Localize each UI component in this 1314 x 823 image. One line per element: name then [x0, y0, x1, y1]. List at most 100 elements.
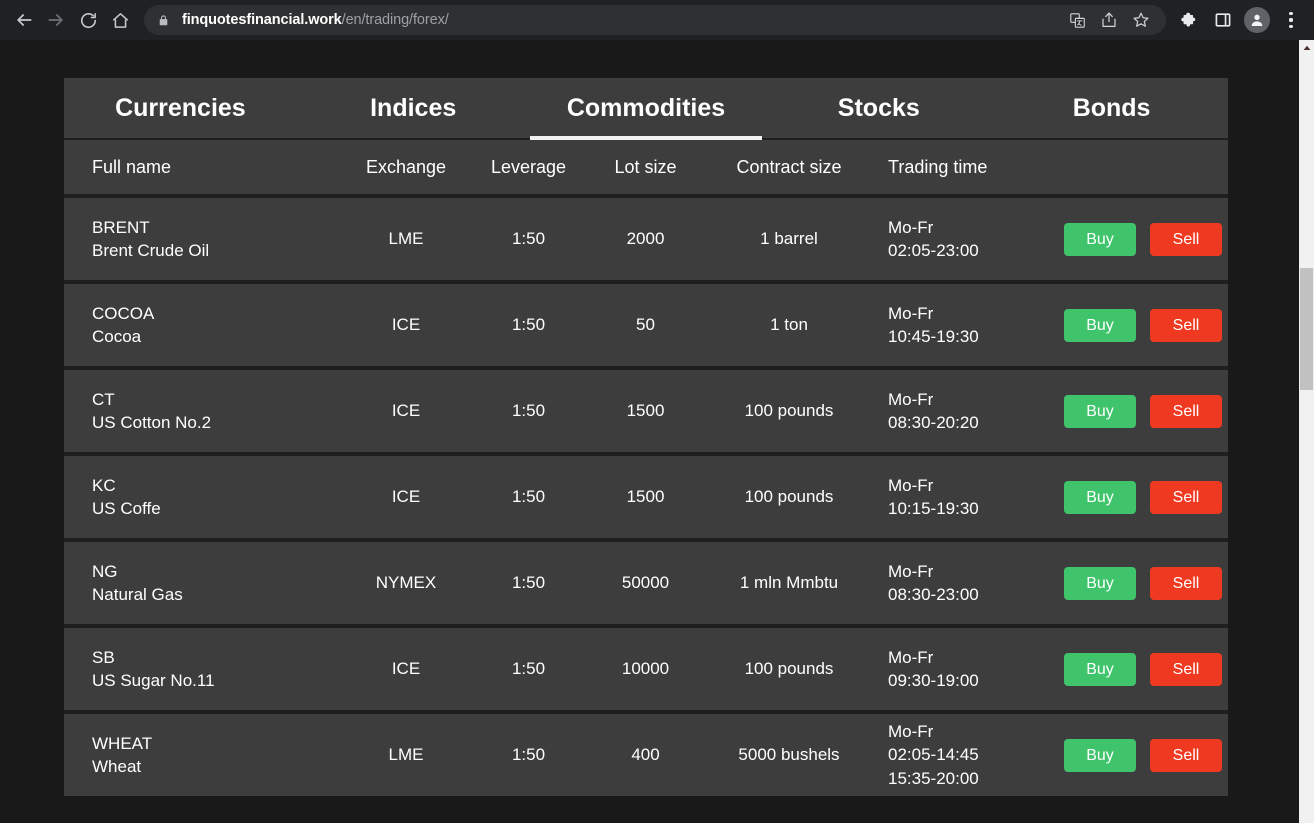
sell-button[interactable]: Sell	[1150, 652, 1222, 686]
trading-time-cell: Mo-Fr 10:15-19:30	[874, 474, 1054, 521]
instrument-symbol: SB	[92, 648, 115, 667]
contract-size-cell: 100 pounds	[744, 487, 834, 506]
column-header-exchange: Exchange	[365, 156, 447, 177]
buy-button[interactable]: Buy	[1064, 566, 1136, 600]
instrument-name-cell: BRENT Brent Crude Oil	[64, 216, 342, 262]
bookmark-star-icon[interactable]	[1126, 5, 1156, 35]
trading-time-cell: Mo-Fr 09:30-19:00	[874, 646, 1054, 693]
scrollbar-thumb[interactable]	[1300, 268, 1313, 390]
tab-stocks[interactable]: Stocks	[762, 78, 995, 138]
buy-button[interactable]: Buy	[1064, 308, 1136, 342]
table-row: WHEAT Wheat LME 1:50 400 5000 bushels Mo…	[64, 710, 1228, 796]
table-row: CT US Cotton No.2 ICE 1:50 1500 100 poun…	[64, 366, 1228, 452]
sell-button[interactable]: Sell	[1150, 394, 1222, 428]
exchange-cell: ICE	[391, 487, 421, 506]
sell-button[interactable]: Sell	[1150, 222, 1222, 256]
lot-size-cell: 2000	[626, 229, 665, 248]
column-header-contract-size: Contract size	[736, 156, 842, 177]
instrument-symbol: WHEAT	[92, 734, 153, 753]
tab-indices[interactable]: Indices	[297, 78, 530, 138]
trading-time-line: Mo-Fr	[888, 561, 934, 581]
sell-button[interactable]: Sell	[1150, 308, 1222, 342]
instrument-name-cell: WHEAT Wheat	[64, 732, 342, 778]
three-dot-menu-icon[interactable]	[1276, 5, 1306, 35]
tab-bonds[interactable]: Bonds	[995, 78, 1228, 138]
buy-button[interactable]: Buy	[1064, 480, 1136, 514]
table-row: KC US Coffe ICE 1:50 1500 100 pounds Mo-…	[64, 452, 1228, 538]
forward-arrow-icon	[48, 14, 63, 26]
tab-label: Bonds	[1072, 93, 1151, 122]
lot-size-cell: 50	[636, 315, 655, 334]
sell-button[interactable]: Sell	[1150, 566, 1222, 600]
buy-button[interactable]: Buy	[1064, 738, 1136, 772]
forward-button[interactable]	[40, 4, 72, 36]
trading-time-line: 10:15-19:30	[888, 499, 979, 518]
sell-button[interactable]: Sell	[1150, 738, 1222, 772]
trading-time-line: Mo-Fr	[888, 389, 934, 409]
trading-time-line: 08:30-20:20	[888, 413, 979, 432]
reload-button[interactable]	[72, 4, 104, 36]
leverage-cell: 1:50	[511, 745, 546, 764]
trading-time-line: Mo-Fr	[888, 721, 934, 741]
tab-label: Indices	[370, 93, 457, 122]
buy-button[interactable]: Buy	[1064, 394, 1136, 428]
exchange-cell: ICE	[391, 401, 421, 420]
tab-currencies[interactable]: Currencies	[64, 78, 297, 138]
trading-time-cell: Mo-Fr 10:45-19:30	[874, 302, 1054, 349]
leverage-cell: 1:50	[511, 573, 546, 592]
trading-time-line: 15:35-20:00	[888, 768, 979, 788]
buy-button[interactable]: Buy	[1064, 652, 1136, 686]
trading-time-cell: Mo-Fr 02:05-23:00	[874, 216, 1054, 263]
trading-time-cell: Mo-Fr 02:05-14:45 15:35-20:00	[874, 720, 1054, 791]
leverage-cell: 1:50	[511, 401, 546, 420]
instrument-symbol: KC	[92, 476, 116, 495]
trading-time-line: Mo-Fr	[888, 217, 934, 237]
tab-label: Currencies	[115, 93, 246, 122]
tab-commodities[interactable]: Commodities	[529, 78, 763, 140]
instrument-name-cell: NG Natural Gas	[64, 560, 342, 606]
contract-size-cell: 1 ton	[770, 315, 808, 334]
home-icon	[112, 12, 128, 28]
avatar	[1244, 7, 1270, 33]
profile-avatar-icon[interactable]	[1242, 5, 1272, 35]
column-header-lot-size: Lot size	[614, 156, 677, 177]
instrument-full-name: Cocoa	[92, 327, 142, 346]
home-button[interactable]	[104, 4, 136, 36]
share-icon[interactable]	[1094, 5, 1124, 35]
chevron-up-icon	[1303, 45, 1310, 50]
leverage-cell: 1:50	[511, 229, 546, 248]
lot-size-cell: 400	[631, 745, 660, 764]
table-row: SB US Sugar No.11 ICE 1:50 10000 100 pou…	[64, 624, 1228, 710]
trade-actions-cell: Buy Sell	[1054, 308, 1228, 342]
buy-button[interactable]: Buy	[1064, 222, 1136, 256]
sell-button[interactable]: Sell	[1150, 480, 1222, 514]
exchange-cell: ICE	[391, 315, 421, 334]
trading-time-line: 09:30-19:00	[888, 671, 979, 690]
instrument-symbol: BRENT	[92, 218, 150, 237]
side-panel-icon[interactable]	[1208, 5, 1238, 35]
leverage-cell: 1:50	[511, 487, 546, 506]
trade-actions-cell: Buy Sell	[1054, 222, 1228, 256]
trade-actions-cell: Buy Sell	[1054, 480, 1228, 514]
address-bar[interactable]: finquotesfinancial.work/en/trading/forex…	[144, 5, 1166, 35]
url-text: finquotesfinancial.work/en/trading/forex…	[182, 12, 1062, 28]
trading-time-line: 02:05-14:45	[888, 745, 979, 765]
extensions-puzzle-icon[interactable]	[1174, 5, 1204, 35]
chrome-action-buttons	[1174, 5, 1306, 35]
table-body: BRENT Brent Crude Oil LME 1:50 2000 1 ba…	[64, 194, 1228, 796]
instrument-full-name: Natural Gas	[92, 585, 183, 604]
leverage-cell: 1:50	[511, 659, 546, 678]
back-button[interactable]	[8, 4, 40, 36]
instrument-name-cell: COCOA Cocoa	[64, 302, 342, 348]
trading-time-line: Mo-Fr	[888, 475, 934, 495]
url-path: /en/trading/forex/	[341, 12, 449, 28]
translate-icon[interactable]	[1062, 5, 1092, 35]
exchange-cell: LME	[388, 229, 424, 248]
column-header-trading-time: Trading time	[888, 156, 988, 177]
trade-actions-cell: Buy Sell	[1054, 738, 1228, 772]
instrument-name-cell: SB US Sugar No.11	[64, 646, 342, 692]
instrument-symbol: NG	[92, 562, 118, 581]
page-scrollbar[interactable]	[1299, 40, 1314, 823]
trading-time-line: 10:45-19:30	[888, 327, 979, 346]
scrollbar-up-arrow[interactable]	[1299, 40, 1314, 55]
